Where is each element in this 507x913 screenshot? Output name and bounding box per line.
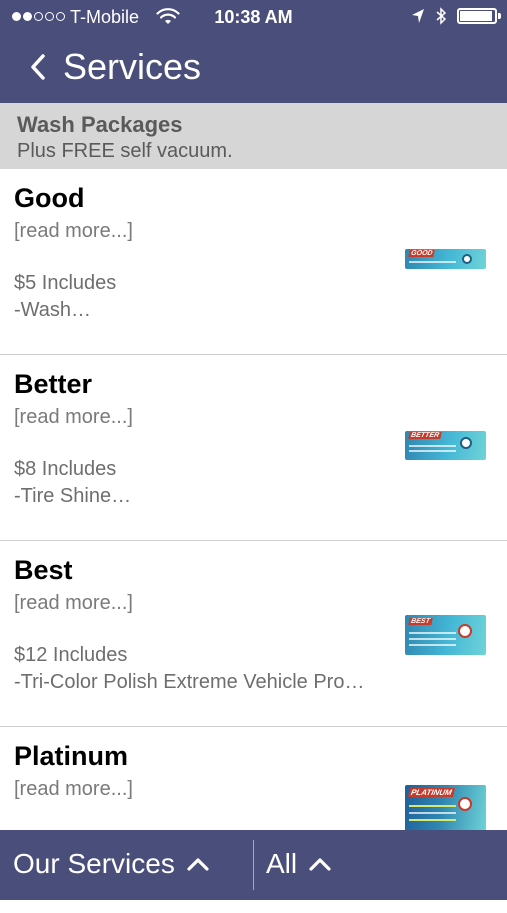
package-thumbnail: GOOD [405, 249, 486, 269]
section-header: Wash Packages Plus FREE self vacuum. [0, 103, 507, 169]
bluetooth-icon [436, 7, 447, 25]
section-title: Wash Packages [17, 112, 183, 137]
item-name: Platinum [14, 741, 129, 771]
read-more-link[interactable]: [read more...] [14, 592, 133, 615]
list-item-better[interactable]: Better [read more...] $8 Includes -Tire … [0, 355, 507, 541]
top-bar: T-Mobile 10:38 AM Services [0, 0, 507, 103]
location-arrow-icon [412, 9, 424, 23]
all-filter-button[interactable]: All [266, 848, 331, 880]
package-thumbnail: BETTER [405, 431, 486, 460]
item-description: -Tri-Color Polish Extreme Vehicle Pro… [14, 671, 365, 693]
section-subtitle: Plus FREE self vacuum. [17, 140, 233, 162]
chevron-left-icon[interactable] [26, 52, 50, 82]
status-right [411, 7, 501, 25]
item-price: $8 Includes [14, 458, 117, 480]
thumbnail-tag: BETTER [408, 432, 442, 439]
battery-icon [457, 8, 501, 24]
item-description: -Tire Shine… [14, 485, 132, 507]
our-services-button[interactable]: Our Services [13, 848, 209, 880]
page-title: Services [63, 46, 202, 87]
our-services-label: Our Services [13, 848, 175, 879]
chevron-up-icon [309, 858, 331, 871]
nav-bar: Services [0, 40, 507, 100]
thumbnail-tag: BEST [408, 618, 433, 625]
item-name: Good [14, 183, 85, 213]
item-price: $5 Includes [14, 272, 117, 294]
thumbnail-tag: PLATINUM [408, 788, 455, 797]
package-thumbnail: PLATINUM [405, 785, 486, 833]
bottom-bar: Our Services All [0, 830, 507, 900]
tab-divider [253, 840, 254, 890]
item-name: Best [14, 555, 73, 585]
item-name: Better [14, 369, 93, 399]
chevron-up-icon [187, 858, 209, 871]
read-more-link[interactable]: [read more...] [14, 778, 133, 801]
services-list: Good [read more...] $5 Includes -Wash… G… [0, 169, 507, 913]
read-more-link[interactable]: [read more...] [14, 406, 133, 429]
status-bar: T-Mobile 10:38 AM [0, 0, 507, 36]
item-description: -Wash… [14, 299, 92, 321]
list-item-best[interactable]: Best [read more...] $12 Includes -Tri-Co… [0, 541, 507, 727]
thumbnail-tag: GOOD [408, 250, 436, 257]
item-price: $12 Includes [14, 644, 128, 666]
package-thumbnail: BEST [405, 615, 486, 655]
list-item-good[interactable]: Good [read more...] $5 Includes -Wash… G… [0, 169, 507, 355]
all-filter-label: All [266, 848, 298, 879]
read-more-link[interactable]: [read more...] [14, 220, 133, 243]
